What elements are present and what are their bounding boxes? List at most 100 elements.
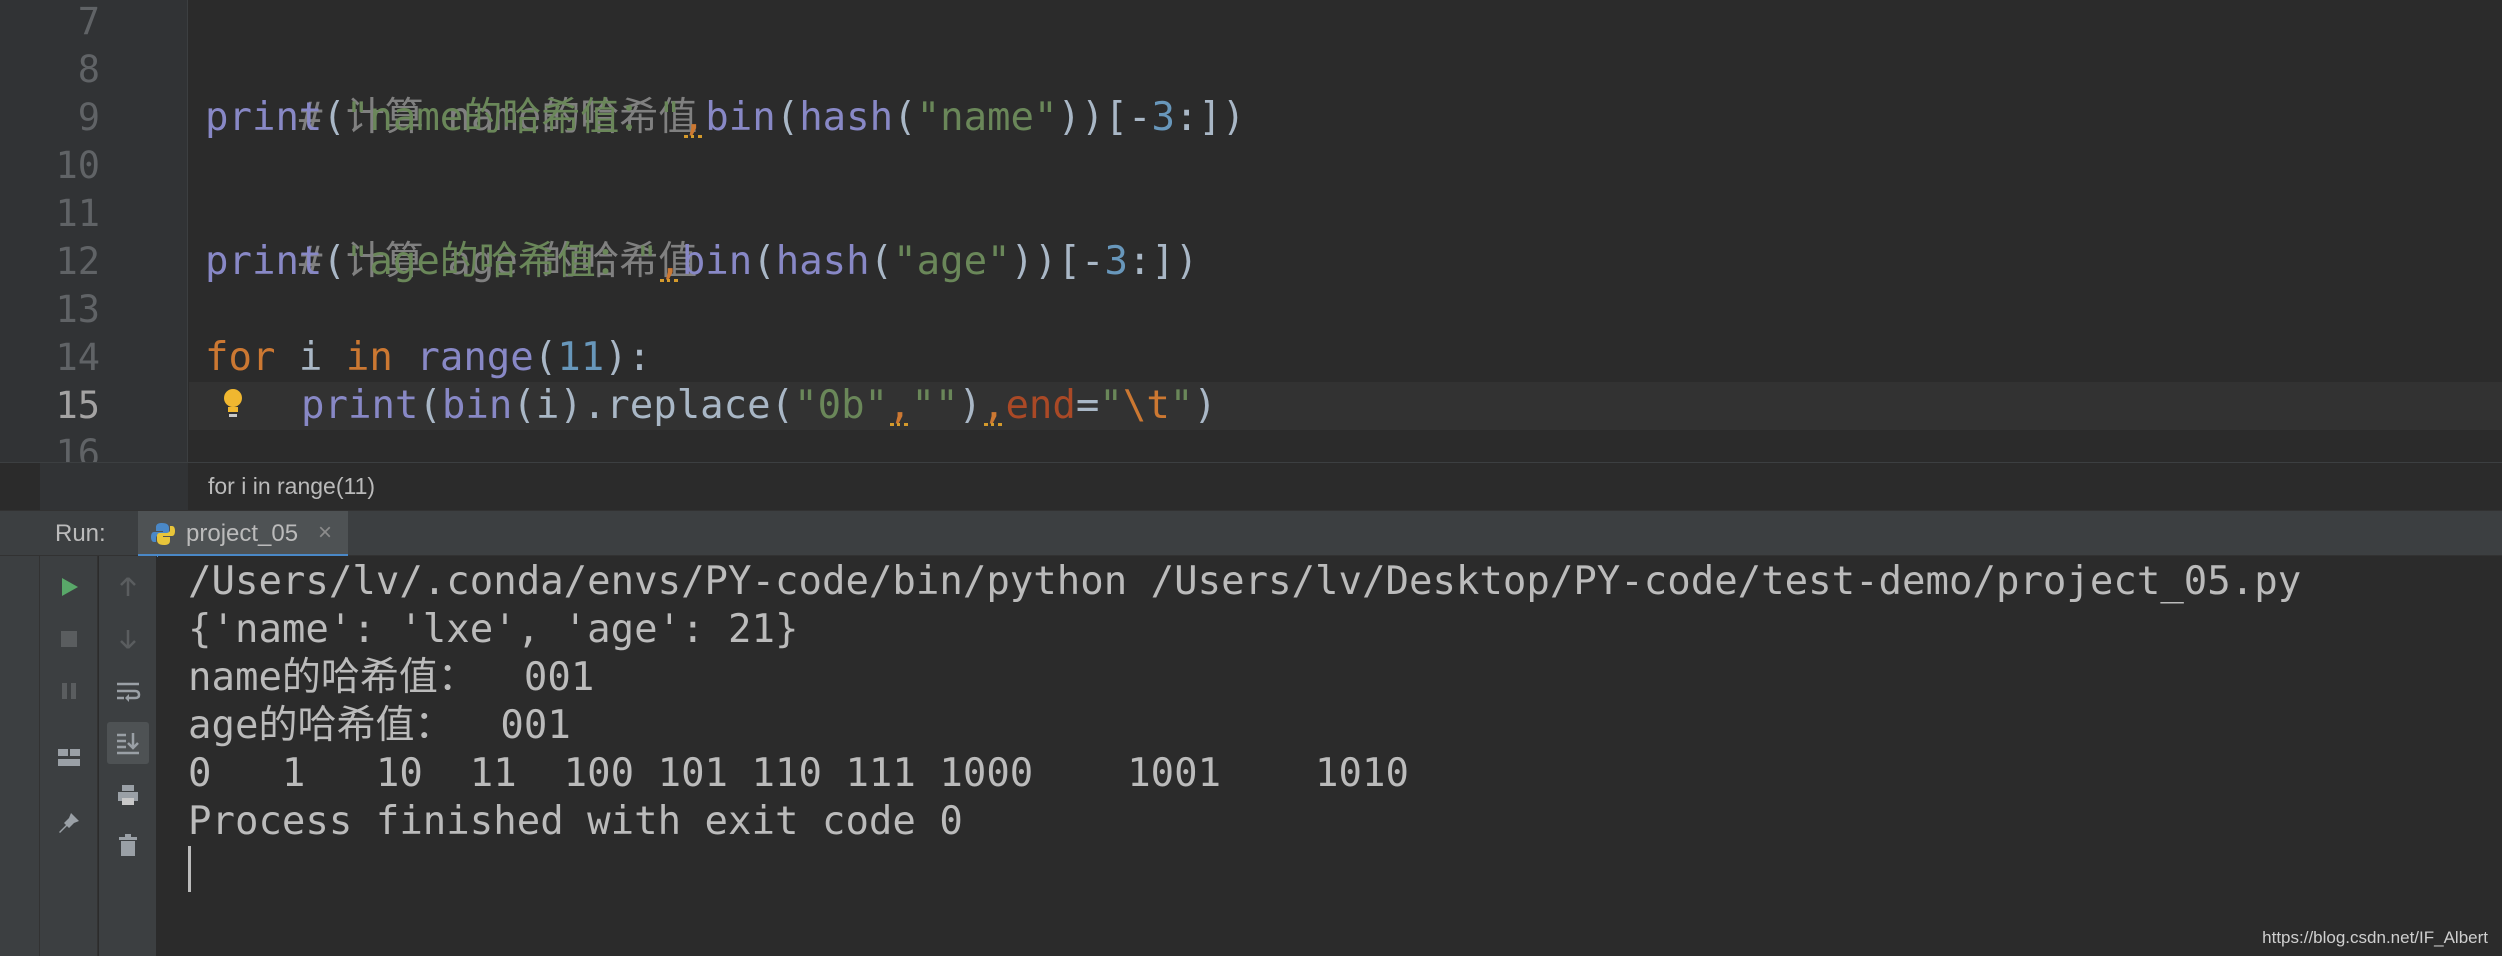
string-quote: " bbox=[1099, 383, 1123, 428]
console-line-name-hash: name的哈希值： 001 bbox=[188, 655, 595, 700]
equals: = bbox=[1075, 383, 1100, 428]
previous-occurrence-button[interactable] bbox=[107, 566, 149, 608]
console-line-exit: Process finished with exit code 0 bbox=[188, 799, 963, 844]
builtin-print: print bbox=[205, 239, 323, 284]
keyword-in: in bbox=[345, 335, 393, 380]
console-line-binary: 0 1 10 11 100 101 110 111 1000 1001 1010 bbox=[188, 751, 1409, 796]
text-caret bbox=[188, 846, 191, 892]
builtin-hash: hash bbox=[775, 239, 870, 284]
pause-button[interactable] bbox=[48, 670, 90, 712]
layout-button[interactable] bbox=[48, 736, 90, 778]
line-number: 13 bbox=[55, 288, 100, 331]
paren: ) bbox=[1193, 383, 1217, 428]
line-number: 16 bbox=[55, 432, 100, 462]
string-literal: "0b" bbox=[794, 383, 889, 428]
slice: [- bbox=[1104, 95, 1152, 140]
number-literal: 3 bbox=[1104, 239, 1128, 284]
paren: ( bbox=[322, 239, 346, 284]
comma-warning: , bbox=[658, 239, 682, 284]
builtin-bin: bin bbox=[705, 95, 776, 140]
scroll-to-end-button[interactable] bbox=[107, 722, 149, 764]
line-number: 10 bbox=[55, 144, 100, 187]
python-icon bbox=[151, 523, 175, 545]
line-number: 8 bbox=[77, 48, 100, 91]
run-label: Run: bbox=[55, 520, 106, 547]
slice: [- bbox=[1057, 239, 1105, 284]
soft-wrap-icon bbox=[117, 682, 141, 702]
run-toolbar-primary bbox=[40, 556, 98, 956]
keyword-argument: end bbox=[1005, 383, 1076, 428]
paren: ( bbox=[869, 239, 894, 284]
line-number: 7 bbox=[77, 0, 100, 43]
paren: )) bbox=[1010, 239, 1058, 284]
string-literal: "name的哈希值：" bbox=[345, 95, 682, 140]
paren: ( bbox=[418, 383, 442, 428]
down-arrow-icon bbox=[120, 630, 136, 649]
rerun-button[interactable] bbox=[48, 566, 90, 608]
lightbulb-icon[interactable] bbox=[222, 387, 244, 421]
paren: ( bbox=[752, 239, 776, 284]
slice: :]) bbox=[1174, 95, 1246, 140]
string-literal: "age" bbox=[893, 239, 1011, 284]
string-literal: "name" bbox=[916, 95, 1058, 140]
soft-wrap-button[interactable] bbox=[107, 670, 149, 712]
breadcrumb-bar: for i in range(11) bbox=[0, 462, 2502, 511]
paren: ( bbox=[893, 95, 917, 140]
code-editor[interactable]: 7 8 9 10 11 12 13 14 15 16 # 计算 name的哈希值… bbox=[0, 0, 2502, 462]
paren: ): bbox=[604, 335, 652, 380]
paren: ( bbox=[322, 95, 346, 140]
string-literal: "age的哈希值：" bbox=[345, 239, 659, 284]
breadcrumb-gutter bbox=[40, 463, 188, 511]
paren: ( bbox=[533, 335, 558, 380]
builtin-bin: bin bbox=[441, 383, 513, 428]
pin-icon bbox=[59, 813, 79, 833]
clear-all-button[interactable] bbox=[107, 824, 149, 866]
run-icon bbox=[62, 578, 78, 596]
outer-tool-strip bbox=[0, 556, 40, 956]
breadcrumb[interactable]: for i in range(11) bbox=[208, 473, 375, 500]
line-number: 11 bbox=[55, 192, 100, 235]
run-console[interactable]: /Users/lv/.conda/envs/PY-code/bin/python… bbox=[158, 556, 2502, 956]
line-number: 9 bbox=[77, 96, 100, 139]
trash-icon bbox=[119, 834, 137, 856]
next-occurrence-button[interactable] bbox=[107, 618, 149, 660]
run-toolbar-secondary bbox=[99, 556, 157, 956]
stop-icon bbox=[61, 631, 77, 647]
print-button[interactable] bbox=[107, 774, 149, 816]
print-icon bbox=[118, 785, 138, 805]
up-arrow-icon bbox=[120, 577, 136, 596]
builtin-bin: bin bbox=[681, 239, 753, 284]
string-literal: "" bbox=[911, 383, 959, 428]
number-literal: 3 bbox=[1151, 95, 1175, 140]
layout-icon bbox=[58, 749, 80, 766]
console-line-command: /Users/lv/.conda/envs/PY-code/bin/python… bbox=[188, 559, 2302, 604]
line-number-current: 15 bbox=[55, 384, 100, 427]
comma-warning: , bbox=[888, 383, 912, 428]
builtin-range: range bbox=[416, 335, 534, 380]
comma-warning: , bbox=[681, 95, 706, 140]
left-tool-strip bbox=[0, 0, 40, 462]
method-call: (i).replace( bbox=[512, 383, 795, 428]
watermark: https://blog.csdn.net/IF_Albert bbox=[2262, 928, 2488, 947]
number-literal: 11 bbox=[557, 335, 605, 380]
line-number: 12 bbox=[55, 240, 100, 283]
pin-tab-button[interactable] bbox=[48, 802, 90, 844]
run-tab-label: project_05 bbox=[186, 520, 299, 547]
run-tool-window-header: Run: project_05 × bbox=[0, 510, 2502, 557]
code-line-14[interactable]: for i in range(11): bbox=[205, 334, 651, 382]
console-line-dict: {'name': 'lxe', 'age': 21} bbox=[188, 607, 799, 652]
paren: )) bbox=[1057, 95, 1105, 140]
line-number: 14 bbox=[55, 336, 100, 379]
code-line-9[interactable]: print("name的哈希值：",bin(hash("name"))[-3:]… bbox=[205, 94, 1245, 142]
loop-variable: i bbox=[275, 335, 346, 380]
code-line-15[interactable]: print(bin(i).replace("0b",""),end="\t") bbox=[301, 382, 1217, 430]
scroll-to-end-icon bbox=[117, 733, 139, 755]
code-line-12[interactable]: print("age的哈希值：",bin(hash("age"))[-3:]) bbox=[205, 238, 1198, 286]
paren: ( bbox=[775, 95, 800, 140]
slice: :]) bbox=[1127, 239, 1199, 284]
pause-icon bbox=[62, 683, 76, 699]
close-icon[interactable]: × bbox=[318, 519, 332, 547]
run-tab-project-05[interactable]: project_05 × bbox=[138, 511, 348, 557]
stop-button[interactable] bbox=[48, 618, 90, 660]
